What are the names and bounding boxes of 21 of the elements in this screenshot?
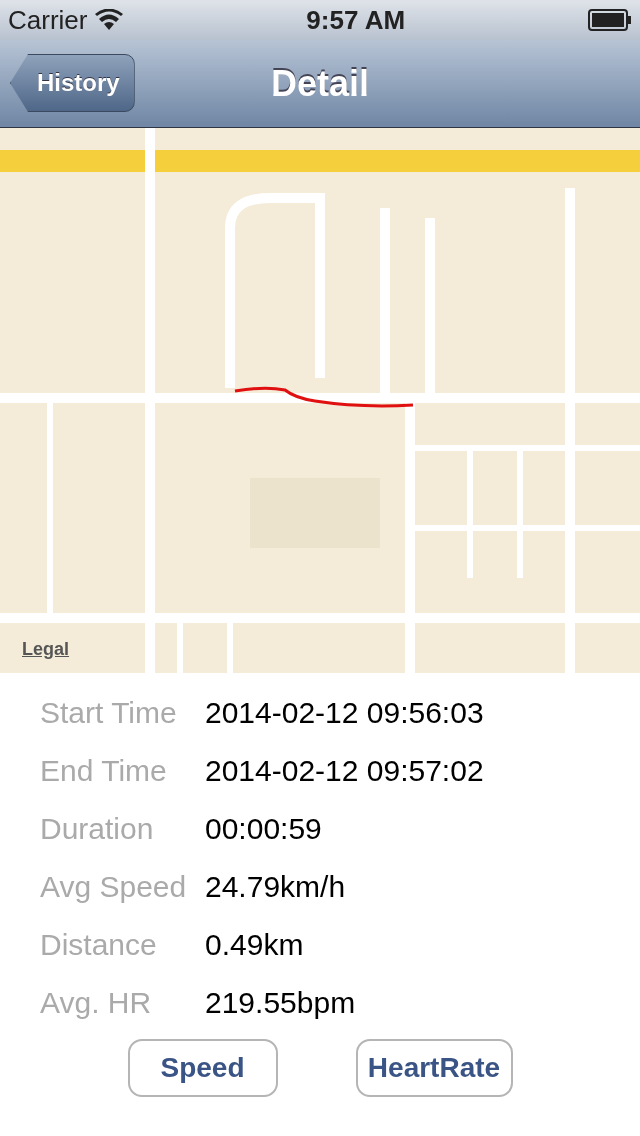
speed-button[interactable]: Speed	[127, 1039, 278, 1097]
field-value: 00:00:59	[205, 810, 322, 847]
field-label: Avg. HR	[39, 984, 153, 1021]
clock-time: 9:57 AM	[306, 3, 406, 37]
legal-link[interactable]: Legal	[22, 636, 69, 663]
field-label: Duration	[39, 810, 155, 847]
field-label: Avg Speed	[39, 868, 188, 905]
field-label: Distance	[39, 926, 158, 963]
field-value: 2014-02-12 09:57:02	[205, 752, 484, 789]
field-value: 24.79km/h	[205, 868, 346, 905]
screen-title: Detail	[270, 61, 369, 106]
field-label: Start Time	[39, 694, 178, 731]
field-label: End Time	[39, 752, 168, 789]
heart-rate-button[interactable]: HeartRate	[355, 1039, 513, 1097]
battery-icon	[588, 9, 632, 31]
carrier-name: Carrier	[8, 3, 88, 37]
back-button[interactable]: History	[10, 54, 135, 112]
wifi-icon	[95, 9, 124, 31]
field-value: 219.55bpm	[205, 984, 356, 1021]
field-value: 2014-02-12 09:56:03	[205, 694, 484, 731]
field-value: 0.49km	[205, 926, 304, 963]
